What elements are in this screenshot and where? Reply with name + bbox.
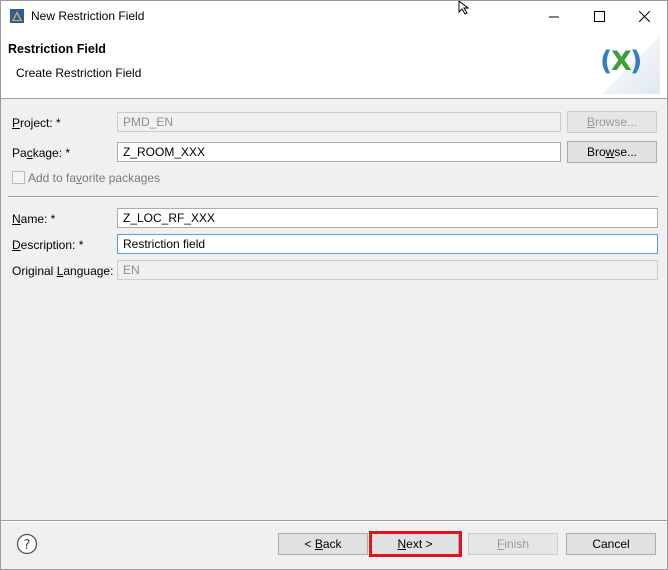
original-language-label: Original Language:: [12, 264, 114, 278]
help-icon[interactable]: ?: [16, 533, 38, 555]
project-browse-button: Browse...: [567, 111, 657, 133]
description-label: Description: *: [12, 238, 84, 252]
svg-text:?: ?: [24, 538, 31, 553]
svg-text:X: X: [611, 46, 632, 77]
close-button[interactable]: [621, 1, 667, 32]
next-button-highlight: [369, 531, 462, 557]
name-label: Name: *: [12, 212, 56, 226]
banner-subtitle: Create Restriction Field: [16, 66, 142, 80]
description-field[interactable]: Restriction field: [117, 234, 658, 254]
project-field: PMD_EN: [117, 112, 561, 132]
mouse-cursor-icon: [458, 1, 470, 15]
maximize-icon: [593, 11, 605, 22]
back-button[interactable]: < Back: [278, 533, 368, 555]
banner-title: Restriction Field: [8, 42, 106, 56]
abap-cds-logo-icon: ( X ): [600, 36, 660, 94]
finish-button: Finish: [468, 533, 558, 555]
minimize-icon: [549, 16, 559, 17]
form-separator: [8, 196, 658, 198]
add-to-favorite-checkbox[interactable]: [12, 171, 25, 184]
project-label: Project: *: [12, 116, 61, 130]
cancel-button[interactable]: Cancel: [566, 533, 656, 555]
package-label: Package: *: [12, 146, 71, 160]
add-to-favorite-label: Add to favorite packages: [28, 171, 161, 185]
window-title: New Restriction Field: [31, 9, 145, 23]
package-field[interactable]: Z_ROOM_XXX: [117, 142, 561, 162]
original-language-field: EN: [117, 260, 658, 280]
footer-separator: [1, 520, 667, 522]
close-icon: [638, 11, 650, 22]
package-browse-button[interactable]: Bro w se...: [567, 141, 657, 163]
title-bar: New Restriction Field: [1, 1, 667, 32]
svg-text:): ): [630, 46, 642, 77]
eclipse-app-icon: [10, 9, 24, 23]
minimize-button[interactable]: [531, 1, 577, 32]
wizard-banner: Restriction Field Create Restriction Fie…: [1, 32, 667, 99]
name-field[interactable]: Z_LOC_RF_XXX: [117, 208, 658, 228]
dialog-window: New Restriction Field Restriction Field …: [0, 0, 668, 570]
maximize-button[interactable]: [576, 1, 622, 32]
